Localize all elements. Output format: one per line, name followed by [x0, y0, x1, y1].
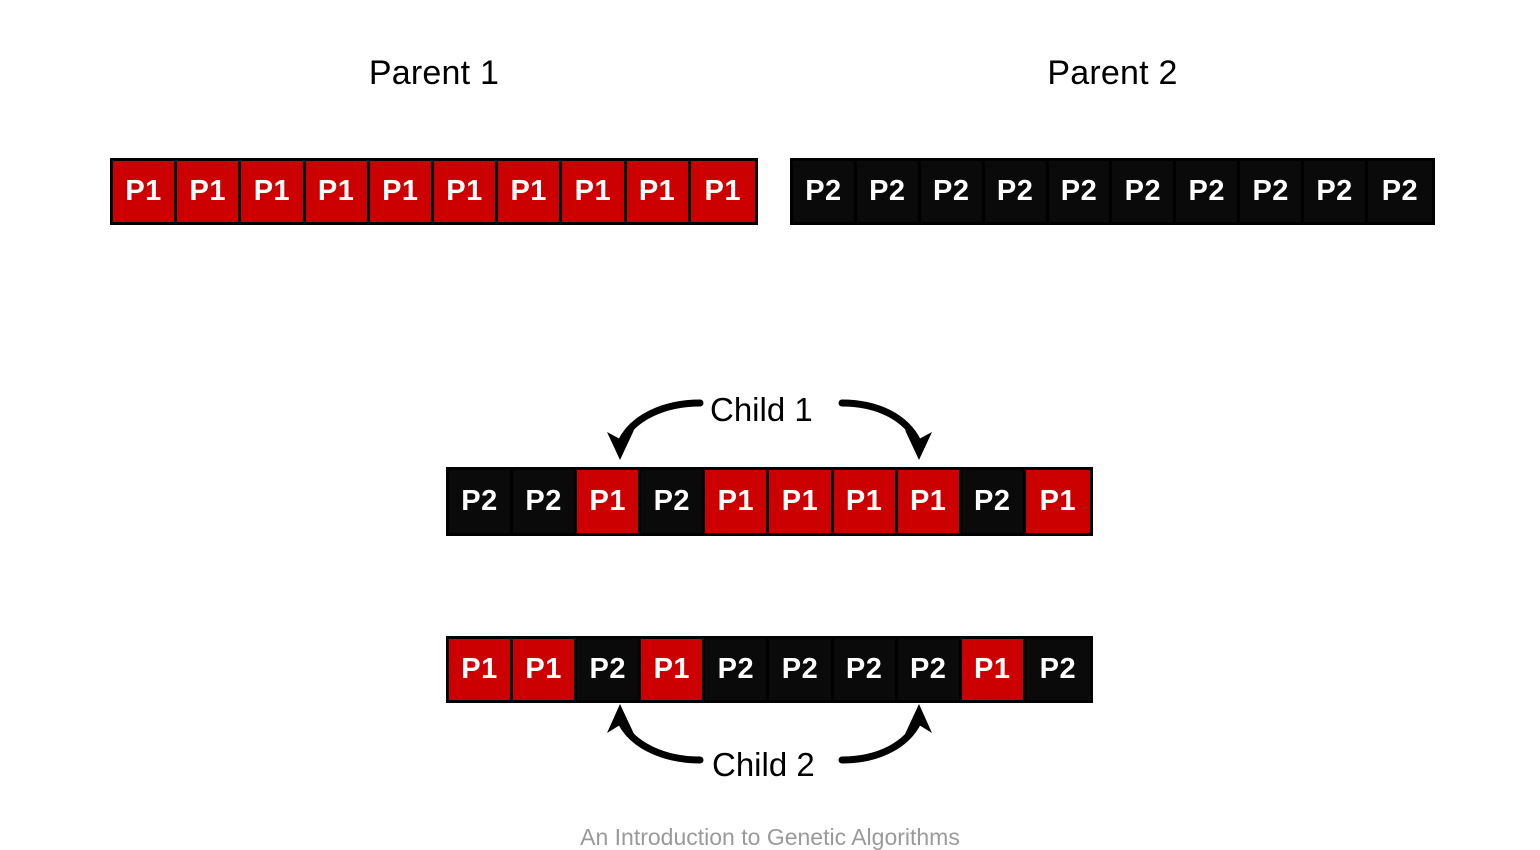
child-1-gene-9: P2	[961, 470, 1026, 533]
child-1-gene-4: P2	[641, 470, 706, 533]
child-2-gene-1: P1	[449, 639, 514, 700]
child-2-gene-10: P2	[1025, 639, 1090, 700]
footer-caption: An Introduction to Genetic Algorithms	[580, 824, 960, 850]
diagram-canvas: Parent 1 P1 P1 P1 P1 P1 P1 P1 P1 P1 P1 Parent 2 P…	[0, 0, 1540, 849]
child-2-label: Child 2	[712, 746, 815, 783]
parent-1-gene-4: P1	[305, 161, 370, 222]
child-1-gene-5: P1	[705, 470, 770, 533]
parent-2-gene-6: P2	[1112, 161, 1177, 222]
child-2-gene-5: P2	[705, 639, 770, 700]
parent-2-heading: Parent 2	[1047, 54, 1178, 92]
parent-1-gene-1: P1	[113, 161, 178, 222]
parent-2-gene-1: P2	[793, 161, 857, 222]
child-1-gene-1: P2	[449, 470, 514, 533]
child-2-gene-8: P2	[897, 639, 962, 700]
parent-2-gene-2: P2	[856, 161, 921, 222]
child-1-label: Child 1	[710, 391, 813, 428]
parent-2-gene-9: P2	[1304, 161, 1369, 222]
child-2-gene-4: P1	[641, 639, 706, 700]
parent-1-gene-5: P1	[369, 161, 434, 222]
child-2-left-arrow-icon	[607, 704, 704, 764]
parent-1-gene-10: P1	[690, 161, 755, 222]
child-1-gene-3: P1	[577, 470, 642, 533]
parent-2-gene-3: P2	[920, 161, 985, 222]
parent-2-chromosome: P2 P2 P2 P2 P2 P2 P2 P2 P2 P2	[790, 158, 1435, 225]
parent-1-gene-8: P1	[562, 161, 627, 222]
child-1-gene-6: P1	[769, 470, 834, 533]
parent-1-gene-3: P1	[241, 161, 306, 222]
child-2-right-arrow-icon	[838, 704, 932, 764]
parent-2-gene-10: P2	[1368, 161, 1432, 222]
child-2-gene-3: P2	[577, 639, 642, 700]
parent-1-gene-9: P1	[626, 161, 691, 222]
parent-2-gene-5: P2	[1048, 161, 1113, 222]
child-1-gene-10: P1	[1025, 470, 1090, 533]
child-1-gene-2: P2	[513, 470, 578, 533]
parent-1-gene-7: P1	[498, 161, 563, 222]
child-2-gene-7: P2	[833, 639, 898, 700]
child-1-gene-7: P1	[833, 470, 898, 533]
parent-2-gene-8: P2	[1240, 161, 1305, 222]
child-2-chromosome: P1 P1 P2 P1 P2 P2 P2 P2 P1 P2	[446, 636, 1093, 703]
child-2-gene-9: P1	[961, 639, 1026, 700]
parent-1-chromosome: P1 P1 P1 P1 P1 P1 P1 P1 P1 P1	[110, 158, 758, 225]
parent-1-heading: Parent 1	[368, 54, 500, 92]
parent-2-gene-4: P2	[984, 161, 1049, 222]
child-1-gene-8: P1	[897, 470, 962, 533]
child-1-right-arrow-icon	[838, 399, 932, 460]
parent-1-gene-6: P1	[433, 161, 499, 222]
child-2-gene-2: P1	[513, 639, 578, 700]
parent-1-gene-2: P1	[177, 161, 242, 222]
parent-2-gene-7: P2	[1176, 161, 1241, 222]
child-1-chromosome: P2 P2 P1 P2 P1 P1 P1 P1 P2 P1	[446, 467, 1093, 536]
child-2-gene-6: P2	[769, 639, 834, 700]
child-1-left-arrow-icon	[607, 399, 704, 460]
